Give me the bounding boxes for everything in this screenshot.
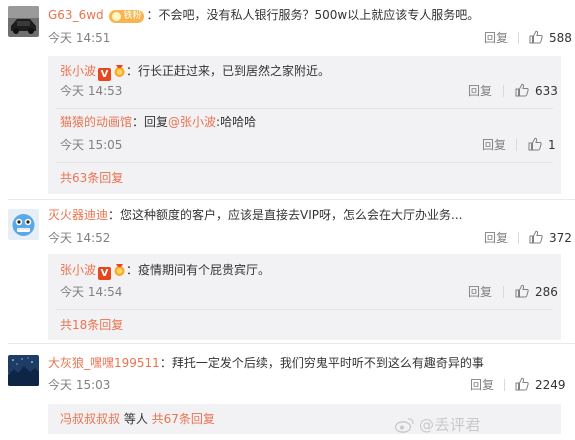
thumbs-up-icon <box>515 377 529 391</box>
medal-icon <box>113 64 126 78</box>
separator <box>518 232 519 244</box>
comment-meta: 今天 14:52 回复 372 <box>48 230 575 246</box>
verified-v-icon: V <box>98 267 112 280</box>
comment-text: ：拜托一定发个后续，我们穷鬼平时听不到这么有趣奇异的事 <box>159 356 484 370</box>
more-replies-link[interactable]: 共18条回复 <box>60 317 123 333</box>
reply-button[interactable]: 回复 <box>468 83 492 99</box>
reply-text: :哈哈哈 <box>216 115 257 129</box>
username-link[interactable]: 张小波 <box>60 64 96 78</box>
timestamp: 今天 15:03 <box>48 378 111 392</box>
like-count: 372 <box>549 231 572 245</box>
separator <box>504 379 505 391</box>
like-count: 633 <box>535 84 558 98</box>
thumbs-up-icon <box>528 137 542 151</box>
reply-button[interactable]: 回复 <box>468 284 492 300</box>
like-button[interactable]: 1 <box>528 137 556 153</box>
reply-item: 猫猿的动画馆：回复@张小波:哈哈哈 今天 15:05 回复 1 <box>48 108 561 160</box>
like-button[interactable]: 588 <box>529 30 572 46</box>
watermark: @丢评君 <box>394 414 482 435</box>
avatar[interactable] <box>8 355 39 386</box>
reply-meta: 今天 15:05 回复 1 <box>60 137 561 153</box>
divider <box>56 162 553 163</box>
like-button[interactable]: 2249 <box>515 377 566 393</box>
reply-button[interactable]: 回复 <box>470 377 494 393</box>
verified-v-icon: V <box>98 68 112 81</box>
like-button[interactable]: 633 <box>515 83 558 99</box>
timestamp: 今天 14:51 <box>48 31 111 45</box>
timestamp: 今天 15:05 <box>60 138 123 152</box>
reply-button[interactable]: 回复 <box>482 137 506 153</box>
comment-line: 灭火器迪迪：您这种额度的客户，应该是直接去VIP呀，怎么会在大厅办业务... <box>48 207 462 223</box>
reply-line: 张小波 V ：疫情期间有个屁贵宾厅。 <box>60 262 270 280</box>
more-replies-link[interactable]: 共67条回复 <box>152 412 215 426</box>
avatar[interactable] <box>8 209 39 240</box>
separator <box>503 286 504 298</box>
comment-line: G63_6wd 铁粉 ：不会吧，没有私人银行服务？500w以上就应该专人服务吧。 <box>48 7 479 24</box>
reply-box: 冯叔叔叔叔 等人 共67条回复 <box>48 404 561 434</box>
separator <box>503 85 504 97</box>
like-button[interactable]: 286 <box>515 284 558 300</box>
comment-text: ：您这种额度的客户，应该是直接去VIP呀，怎么会在大厅办业务... <box>108 208 463 222</box>
reply-button[interactable]: 回复 <box>484 30 508 46</box>
reply-button[interactable]: 回复 <box>484 230 508 246</box>
reply-meta: 今天 14:54 回复 286 <box>60 284 561 300</box>
comment-line: 大灰狼_嘿嘿199511：拜托一定发个后续，我们穷鬼平时听不到这么有趣奇异的事 <box>48 355 484 371</box>
reply-meta: 今天 14:53 回复 633 <box>60 83 561 99</box>
medal-icon <box>113 263 126 277</box>
more-replies-mid: 等人 <box>120 412 152 426</box>
more-replies-line: 冯叔叔叔叔 等人 共67条回复 <box>60 411 215 427</box>
comment-text: ：不会吧，没有私人银行服务？500w以上就应该专人服务吧。 <box>146 8 480 22</box>
thumbs-up-icon <box>529 30 543 44</box>
comment-meta: 今天 14:51 回复 588 <box>48 30 575 46</box>
reply-line: 猫猿的动画馆：回复@张小波:哈哈哈 <box>60 114 256 130</box>
separator <box>516 139 517 151</box>
timestamp: 今天 14:53 <box>60 84 123 98</box>
timestamp: 今天 14:54 <box>60 285 123 299</box>
thumbs-up-icon <box>515 83 529 97</box>
mention-link[interactable]: @张小波 <box>168 115 216 129</box>
divider <box>56 309 553 310</box>
timestamp: 今天 14:52 <box>48 231 111 245</box>
like-count: 588 <box>549 31 572 45</box>
watermark-text: @丢评君 <box>419 416 482 434</box>
thumbs-up-icon <box>529 230 543 244</box>
comment-meta: 今天 15:03 回复 2249 <box>48 377 575 393</box>
reply-item: 张小波 V ：疫情期间有个屁贵宾厅。 今天 14:54 回复 286 <box>48 254 561 306</box>
reply-text: ：疫情期间有个屁贵宾厅。 <box>126 263 271 277</box>
username-link[interactable]: 张小波 <box>60 263 96 277</box>
username-link[interactable]: 冯叔叔叔叔 <box>60 412 120 426</box>
username-link[interactable]: 猫猿的动画馆 <box>60 115 132 129</box>
fan-badge: 铁粉 <box>109 10 145 23</box>
comment-1: G63_6wd 铁粉 ：不会吧，没有私人银行服务？500w以上就应该专人服务吧。 … <box>0 0 575 200</box>
thumbs-up-icon <box>515 284 529 298</box>
username-link[interactable]: 灭火器迪迪 <box>48 208 108 222</box>
separator <box>518 32 519 44</box>
reply-text: ：行长正赶过来，已到居然之家附近。 <box>126 64 331 78</box>
like-button[interactable]: 372 <box>529 230 572 246</box>
comment-3: 大灰狼_嘿嘿199511：拜托一定发个后续，我们穷鬼平时听不到这么有趣奇异的事 … <box>0 344 575 440</box>
like-count: 1 <box>548 138 556 152</box>
username-link[interactable]: G63_6wd <box>48 8 104 22</box>
avatar[interactable] <box>8 6 39 37</box>
reply-prefix: ：回复 <box>132 115 169 129</box>
reply-box: 张小波 V ：疫情期间有个屁贵宾厅。 今天 14:54 回复 286 共18条回复 <box>48 254 561 340</box>
reply-box: 张小波 V ：行长正赶过来，已到居然之家附近。 今天 14:53 回复 633 猫猿… <box>48 56 561 194</box>
username-link[interactable]: 大灰狼_嘿嘿199511 <box>48 356 160 370</box>
more-replies-link[interactable]: 共63条回复 <box>60 170 123 186</box>
weibo-logo-icon <box>394 417 415 433</box>
like-count: 2249 <box>535 378 566 392</box>
reply-item: 张小波 V ：行长正赶过来，已到居然之家附近。 今天 14:53 回复 633 <box>48 56 561 103</box>
like-count: 286 <box>535 285 558 299</box>
reply-line: 张小波 V ：行长正赶过来，已到居然之家附近。 <box>60 63 330 81</box>
comment-2: 灭火器迪迪：您这种额度的客户，应该是直接去VIP呀，怎么会在大厅办业务... 今… <box>0 200 575 344</box>
